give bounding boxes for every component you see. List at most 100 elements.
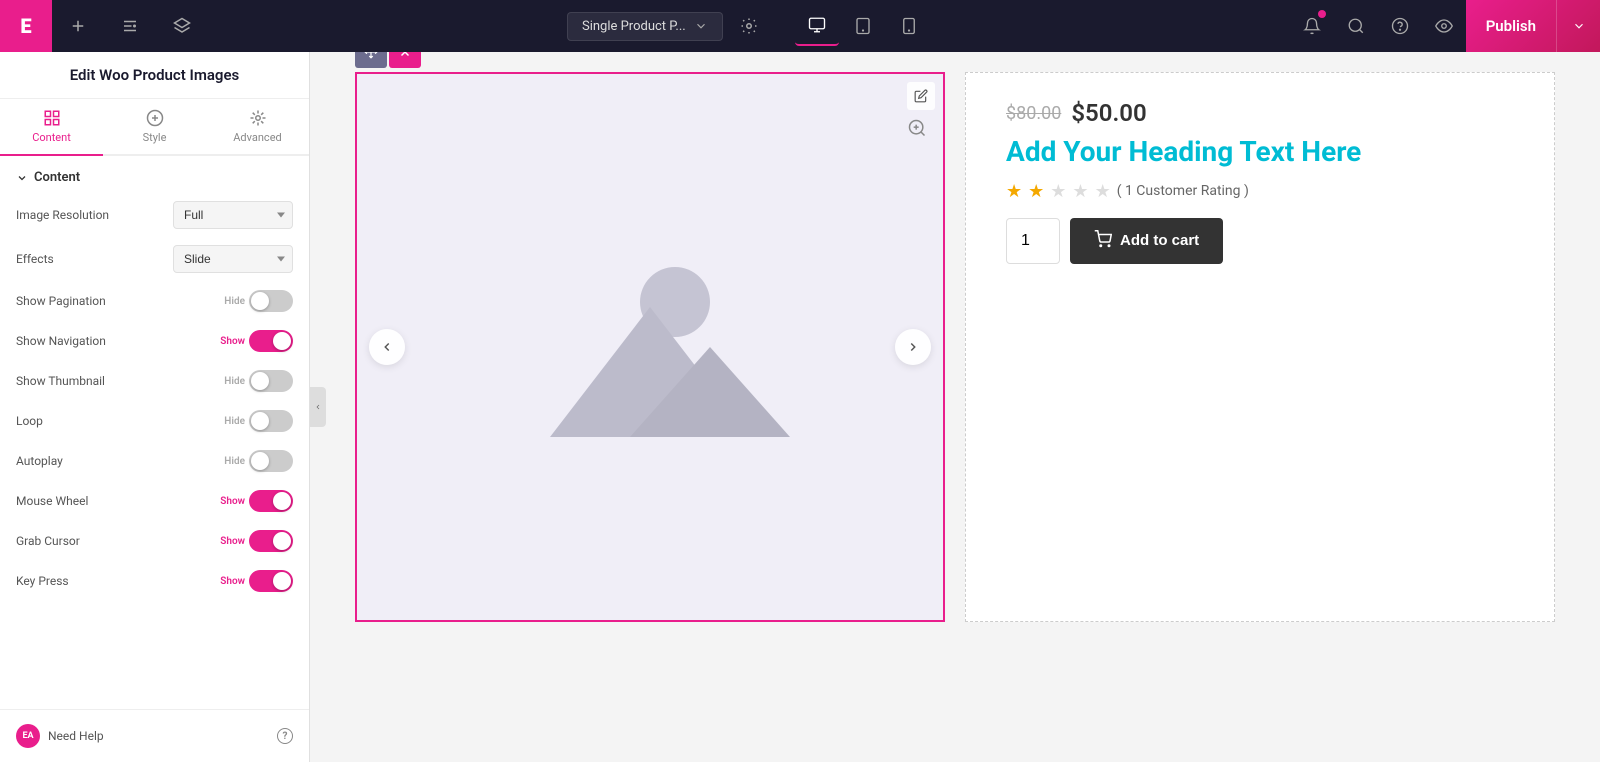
publish-arrow[interactable] <box>1556 0 1600 52</box>
show-thumbnail-toggle-wrap: Hide <box>224 370 293 392</box>
image-resolution-select-wrap: Full Large Medium Thumbnail <box>173 201 293 229</box>
show-navigation-toggle[interactable] <box>249 330 293 352</box>
device-group <box>795 6 931 46</box>
quantity-input[interactable] <box>1006 218 1060 264</box>
autoplay-row: Autoplay Hide <box>0 441 309 481</box>
rating-row: ★ ★ ★ ★ ★ ( 1 Customer Rating ) <box>1006 181 1514 202</box>
publish-label: Publish <box>1466 17 1556 35</box>
show-navigation-toggle-wrap: Show <box>220 330 293 352</box>
grab-cursor-toggle-wrap: Show <box>220 530 293 552</box>
desktop-device-btn[interactable] <box>795 6 839 46</box>
toggle-knob <box>251 412 269 430</box>
edit-icon[interactable] <box>907 82 935 110</box>
key-press-state-label: Show <box>220 576 245 587</box>
key-press-toggle[interactable] <box>249 570 293 592</box>
page-selector[interactable]: Single Product P... <box>567 12 723 41</box>
sidebar-title: Edit Woo Product Images <box>0 52 309 99</box>
show-thumbnail-toggle[interactable] <box>249 370 293 392</box>
mouse-wheel-toggle[interactable] <box>249 490 293 512</box>
effects-label: Effects <box>16 252 54 266</box>
autoplay-state-label: Hide <box>224 456 245 467</box>
image-resolution-select[interactable]: Full Large Medium Thumbnail <box>173 201 293 229</box>
toggle-knob <box>273 532 291 550</box>
preview-button[interactable] <box>1422 0 1466 52</box>
show-pagination-label: Show Pagination <box>16 294 106 308</box>
autoplay-toggle[interactable] <box>249 450 293 472</box>
toggle-knob <box>273 332 291 350</box>
topbar-right: Publish <box>1290 0 1600 52</box>
grab-cursor-toggle[interactable] <box>249 530 293 552</box>
widget-move-btn[interactable] <box>355 52 387 68</box>
tablet-device-btn[interactable] <box>841 6 885 46</box>
tab-content[interactable]: Content <box>0 99 103 156</box>
show-thumbnail-state-label: Hide <box>224 376 245 387</box>
tab-advanced[interactable]: Advanced <box>206 99 309 156</box>
add-element-button[interactable] <box>52 0 104 52</box>
show-pagination-toggle-wrap: Hide <box>224 290 293 312</box>
star-1: ★ <box>1006 181 1022 202</box>
show-pagination-toggle[interactable] <box>249 290 293 312</box>
sale-price: $50.00 <box>1071 99 1146 127</box>
ea-badge: EA <box>16 724 40 748</box>
grab-cursor-state-label: Show <box>220 536 245 547</box>
show-thumbnail-row: Show Thumbnail Hide <box>0 361 309 401</box>
help-button[interactable] <box>1378 0 1422 52</box>
publish-button[interactable]: Publish <box>1466 0 1600 52</box>
loop-label: Loop <box>16 414 43 428</box>
star-5: ★ <box>1095 181 1111 202</box>
panel-settings-button[interactable] <box>104 0 156 52</box>
loop-toggle-wrap: Hide <box>224 410 293 432</box>
show-navigation-row: Show Navigation Show <box>0 321 309 361</box>
content-section-header[interactable]: Content <box>0 156 309 193</box>
grab-cursor-row: Grab Cursor Show <box>0 521 309 561</box>
topbar-center: Single Product P... <box>567 0 931 52</box>
key-press-toggle-wrap: Show <box>220 570 293 592</box>
tab-row: Content Style Advanced <box>0 99 309 156</box>
topbar: E Single Product P... <box>0 0 1600 52</box>
autoplay-label: Autoplay <box>16 454 63 468</box>
widget-close-btn[interactable] <box>389 52 421 68</box>
settings-button[interactable] <box>723 0 775 52</box>
product-image-box <box>355 72 945 622</box>
topbar-left: E <box>0 0 208 52</box>
nav-arrow-left[interactable] <box>369 329 405 365</box>
toggle-knob <box>251 372 269 390</box>
price-row: $80.00 $50.00 <box>1006 99 1514 127</box>
grab-cursor-label: Grab Cursor <box>16 534 80 548</box>
product-heading: Add Your Heading Text Here <box>1006 135 1514 169</box>
need-help-label: Need Help <box>48 729 104 743</box>
collapse-handle[interactable] <box>310 387 326 427</box>
elementor-logo[interactable]: E <box>0 0 52 52</box>
mouse-wheel-toggle-wrap: Show <box>220 490 293 512</box>
add-to-cart-button[interactable]: Add to cart <box>1070 218 1223 264</box>
zoom-icon[interactable] <box>907 118 931 142</box>
loop-state-label: Hide <box>224 416 245 427</box>
key-press-row: Key Press Show <box>0 561 309 601</box>
original-price: $80.00 <box>1006 103 1061 124</box>
key-press-label: Key Press <box>16 574 69 588</box>
mouse-wheel-row: Mouse Wheel Show <box>0 481 309 521</box>
mobile-device-btn[interactable] <box>887 6 931 46</box>
loop-toggle[interactable] <box>249 410 293 432</box>
image-resolution-label: Image Resolution <box>16 208 109 222</box>
show-navigation-label: Show Navigation <box>16 334 106 348</box>
effects-select[interactable]: Slide Fade None <box>173 245 293 273</box>
cart-icon <box>1094 230 1112 252</box>
layers-button[interactable] <box>156 0 208 52</box>
app: Edit Woo Product Images Content Style Ad… <box>0 0 1600 762</box>
image-resolution-row: Image Resolution Full Large Medium Thumb… <box>0 193 309 237</box>
nav-arrow-right[interactable] <box>895 329 931 365</box>
image-placeholder <box>357 74 943 620</box>
product-info-outer: $80.00 $50.00 Add Your Heading Text Here… <box>965 72 1555 622</box>
rating-text: ( 1 Customer Rating ) <box>1117 183 1249 199</box>
tab-style[interactable]: Style <box>103 99 206 156</box>
notifications-button[interactable] <box>1290 0 1334 52</box>
toggle-knob <box>251 292 269 310</box>
effects-row: Effects Slide Fade None <box>0 237 309 281</box>
search-button[interactable] <box>1334 0 1378 52</box>
toggle-knob <box>251 452 269 470</box>
autoplay-toggle-wrap: Hide <box>224 450 293 472</box>
page-selector-label: Single Product P... <box>582 19 686 34</box>
need-help[interactable]: EA Need Help ? <box>0 709 309 762</box>
effects-select-wrap: Slide Fade None <box>173 245 293 273</box>
